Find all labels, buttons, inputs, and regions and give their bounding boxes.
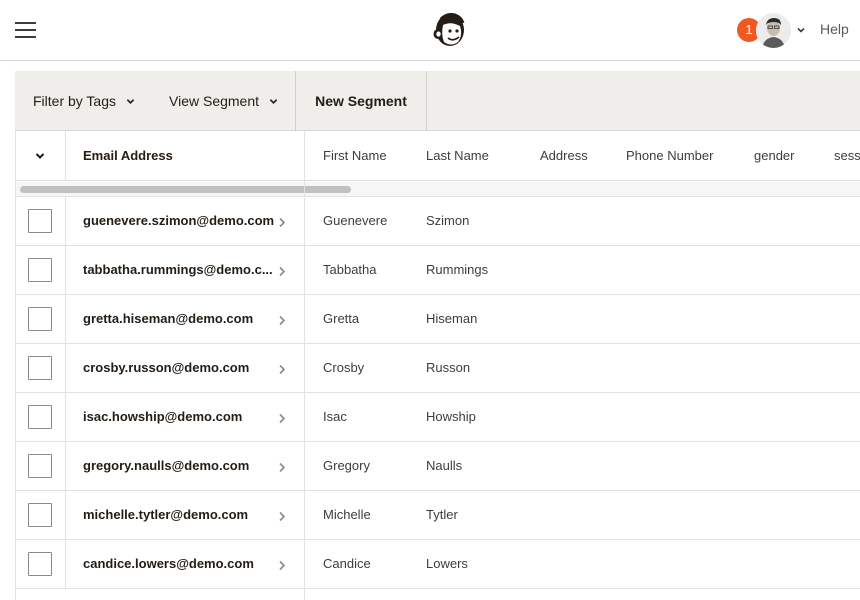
row-select-cell (16, 295, 66, 343)
view-segment-button[interactable]: View Segment (169, 71, 278, 131)
last-name-cell: Rummings (426, 262, 489, 277)
first-name-cell: Isac (323, 409, 347, 424)
row-select-cell (16, 197, 66, 245)
row-select-cell (16, 442, 66, 490)
scrollbar-thumb[interactable] (20, 186, 351, 193)
column-header-last-name[interactable]: Last Name (426, 131, 489, 181)
last-name-cell: Howship (426, 409, 476, 424)
first-name-cell: Crosby (323, 360, 365, 375)
column-header-first-name[interactable]: First Name (323, 131, 387, 181)
row-checkbox[interactable] (28, 503, 52, 527)
chevron-down-icon (269, 98, 278, 104)
email-address-cell[interactable]: michelle.tytler@demo.com (83, 491, 278, 539)
last-name-cell: Russon (426, 360, 471, 375)
select-all-dropdown[interactable] (16, 131, 66, 181)
last-name-cell: Tytler (426, 507, 458, 522)
row-checkbox[interactable] (28, 356, 52, 380)
avatar[interactable] (756, 13, 791, 48)
horizontal-scrollbar[interactable] (16, 182, 860, 197)
row-checkbox[interactable] (28, 258, 52, 282)
chevron-down-icon[interactable] (796, 25, 806, 35)
table-row[interactable]: tabbatha.rummings@demo.c... Tabbatha Rummi… (16, 246, 860, 295)
row-select-cell (16, 540, 66, 588)
last-name-cell: Naulls (426, 458, 463, 473)
row-select-cell (16, 344, 66, 392)
row-select-cell (16, 393, 66, 441)
chevron-right-icon[interactable] (278, 511, 286, 522)
column-header-sess[interactable]: sess (834, 131, 860, 181)
chevron-right-icon[interactable] (278, 266, 286, 277)
email-address-cell[interactable]: gregory.naulls@demo.com (83, 442, 278, 490)
email-address-cell[interactable]: crosby.russon@demo.com (83, 344, 278, 392)
row-checkbox[interactable] (28, 209, 52, 233)
table-row[interactable]: michelle.tytler@demo.com Michelle Tytler (16, 491, 860, 540)
first-name-cell: Tabbatha (323, 262, 377, 277)
email-address-cell[interactable]: isac.howship@demo.com (83, 393, 278, 441)
new-segment-button[interactable]: New Segment (295, 71, 427, 131)
chevron-right-icon[interactable] (278, 364, 286, 375)
chevron-right-icon[interactable] (278, 413, 286, 424)
email-address-cell[interactable]: candice.lowers@demo.com (83, 540, 278, 588)
row-select-cell (16, 491, 66, 539)
first-name-cell: Gretta (323, 311, 360, 326)
chevron-down-icon (35, 153, 45, 159)
table-row[interactable]: crosby.russon@demo.com Crosby Russon (16, 344, 860, 393)
view-segment-label: View Segment (169, 93, 260, 109)
last-name-cell: Szimon (426, 213, 470, 228)
table-row[interactable]: candice.lowers@demo.com Candice Lowers (16, 540, 860, 589)
chevron-right-icon[interactable] (278, 315, 286, 326)
audience-toolbar: Filter by Tags View Segment New Segment (15, 71, 860, 131)
last-name-cell: Lowers (426, 556, 468, 571)
last-name-cell: Hiseman (426, 311, 478, 326)
email-address-cell[interactable]: tabbatha.rummings@demo.c... (83, 246, 278, 294)
column-header-email[interactable]: Email Address (83, 131, 173, 181)
chevron-down-icon (126, 98, 135, 104)
first-name-cell: Michelle (323, 507, 371, 522)
menu-icon[interactable] (15, 22, 36, 38)
table-row[interactable]: gregory.naulls@demo.com Gregory Naulls (16, 442, 860, 491)
filter-by-tags-button[interactable]: Filter by Tags (33, 71, 135, 131)
row-select-cell (16, 246, 66, 294)
filter-by-tags-label: Filter by Tags (33, 93, 116, 109)
first-name-cell: Gregory (323, 458, 370, 473)
column-header-gender[interactable]: gender (754, 131, 794, 181)
mailchimp-logo-icon[interactable] (431, 11, 469, 50)
contacts-table: Email Address First Name Last Name Addre… (15, 131, 860, 600)
column-header-phone-number[interactable]: Phone Number (626, 131, 713, 181)
table-row[interactable]: gretta.hiseman@demo.com Gretta Hiseman (16, 295, 860, 344)
table-row[interactable]: isac.howship@demo.com Isac Howship (16, 393, 860, 442)
chevron-right-icon[interactable] (278, 462, 286, 473)
top-navigation: 1 Help (0, 0, 860, 61)
row-checkbox[interactable] (28, 454, 52, 478)
row-checkbox[interactable] (28, 405, 52, 429)
email-address-cell[interactable]: gretta.hiseman@demo.com (83, 295, 278, 343)
table-header: Email Address First Name Last Name Addre… (16, 131, 860, 181)
email-column-divider (304, 131, 305, 600)
first-name-cell: Candice (323, 556, 371, 571)
chevron-right-icon[interactable] (278, 217, 286, 228)
row-checkbox[interactable] (28, 552, 52, 576)
column-header-address[interactable]: Address (540, 131, 588, 181)
chevron-right-icon[interactable] (278, 560, 286, 571)
email-address-cell[interactable]: guenevere.szimon@demo.com (83, 197, 278, 245)
help-link[interactable]: Help (820, 21, 849, 37)
row-checkbox[interactable] (28, 307, 52, 331)
first-name-cell: Guenevere (323, 213, 388, 228)
table-row[interactable]: guenevere.szimon@demo.com Guenevere Szimon (16, 197, 860, 246)
